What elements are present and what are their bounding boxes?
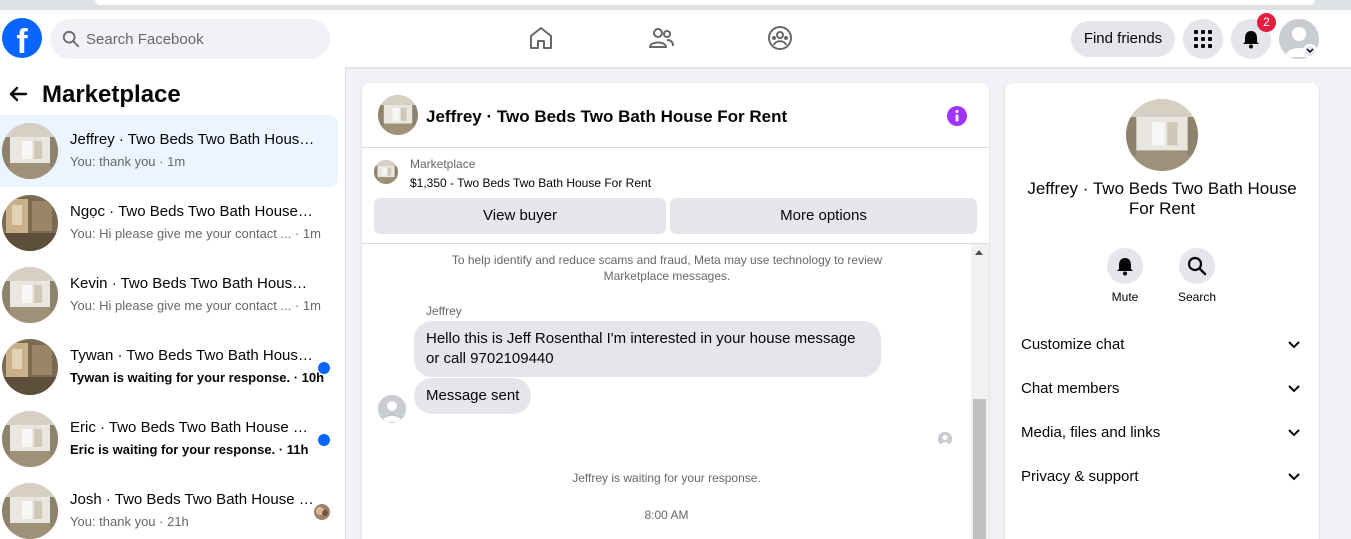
conversation-item[interactable]: Eric · Two Beds Two Bath House For Rent … — [0, 403, 338, 475]
mute-action[interactable]: Mute — [1095, 248, 1155, 304]
address-bar[interactable] — [95, 0, 1315, 5]
conversation-name: Jeffrey · Two Beds Two Bath House For Re… — [70, 131, 315, 148]
listing-price[interactable]: $1,350 - Two Beds Two Bath House For Ren… — [410, 176, 651, 190]
chat-panel: Jeffrey · Two Beds Two Bath House For Re… — [362, 83, 989, 539]
privacy-support-section[interactable]: Privacy & support — [1005, 455, 1319, 499]
listing-label: Marketplace — [410, 157, 476, 171]
listing-title: Jeffrey · Two Beds Two Bath House For Re… — [1027, 179, 1297, 218]
listing-thumbnail — [2, 195, 58, 251]
media-files-links-section[interactable]: Media, files and links — [1005, 411, 1319, 455]
find-friends-button[interactable]: Find friends — [1071, 21, 1175, 57]
listing-thumbnail — [2, 339, 58, 395]
view-buyer-button[interactable]: View buyer — [374, 198, 666, 234]
listing-thumbnail — [2, 123, 58, 179]
search-input[interactable] — [86, 19, 316, 59]
more-options-button[interactable]: More options — [670, 198, 977, 234]
listing-thumbnail — [2, 483, 58, 539]
scrollbar-thumb[interactable] — [973, 399, 986, 539]
chat-thumbnail[interactable] — [378, 95, 418, 135]
top-navbar: f Find friends 2 — [0, 10, 1351, 67]
conversation-preview: Tywan is waiting for your response. · 10… — [70, 370, 325, 385]
section-label: Privacy & support — [1021, 468, 1139, 485]
sender-avatar[interactable] — [378, 395, 406, 423]
listing-thumbnail — [2, 267, 58, 323]
conversation-name: Ngọc · Two Beds Two Bath House For Rent — [70, 203, 315, 220]
listing-thumbnail — [374, 160, 398, 184]
safety-notice: To help identify and reduce scams and fr… — [451, 253, 883, 283]
conversation-item[interactable]: Josh · Two Beds Two Bath House For Rent … — [0, 475, 338, 539]
chat-header: Jeffrey · Two Beds Two Bath House For Re… — [362, 83, 989, 148]
conversation-item[interactable]: Kevin · Two Beds Two Bath House For Rent… — [0, 259, 338, 331]
bell-icon — [1243, 31, 1259, 49]
message-bubble[interactable]: Message sent — [414, 378, 532, 414]
chevron-down-icon — [1288, 385, 1300, 393]
seen-avatar — [314, 504, 330, 520]
message-thread: To help identify and reduce scams and fr… — [362, 244, 971, 539]
section-label: Media, files and links — [1021, 424, 1161, 441]
conversation-info-panel: Jeffrey · Two Beds Two Bath House For Re… — [1005, 83, 1319, 539]
back-arrow-icon[interactable] — [8, 84, 28, 104]
chat-members-section[interactable]: Chat members — [1005, 367, 1319, 411]
conversation-preview: You: Hi please give me your contact ... … — [70, 226, 321, 241]
bell-icon — [1117, 258, 1133, 276]
chevron-down-icon — [1306, 48, 1314, 54]
default-avatar-icon — [378, 395, 406, 423]
conversation-name: Eric · Two Beds Two Bath House For Rent — [70, 419, 315, 436]
conversation-preview: You: thank you · 21h — [70, 514, 189, 529]
info-icon[interactable] — [946, 105, 968, 127]
search-action[interactable]: Search — [1167, 248, 1227, 304]
page-title: Marketplace — [42, 81, 181, 108]
section-label: Customize chat — [1021, 336, 1125, 353]
conversation-preview: Eric is waiting for your response. · 11h — [70, 442, 309, 457]
conversation-item[interactable]: Ngọc · Two Beds Two Bath House For Rent … — [0, 187, 338, 259]
conversation-item[interactable]: Jeffrey · Two Beds Two Bath House For Re… — [0, 115, 338, 187]
message-bubble[interactable]: Hello this is Jeff Rosenthal I'm interes… — [414, 321, 881, 377]
grid-menu-icon — [1194, 30, 1212, 48]
mute-label: Mute — [1111, 290, 1139, 304]
account-menu-caret[interactable] — [1303, 44, 1317, 58]
home-icon[interactable] — [527, 24, 555, 52]
marketplace-sidebar: Marketplace Jeffrey · Two Beds Two Bath … — [0, 67, 346, 539]
conversation-name: Kevin · Two Beds Two Bath House For Rent — [70, 275, 315, 292]
customize-chat-section[interactable]: Customize chat — [1005, 323, 1319, 367]
read-receipt-avatar — [938, 432, 952, 446]
unread-dot — [318, 362, 330, 374]
conversation-preview: You: Hi please give me your contact ... … — [70, 298, 321, 313]
search-icon — [62, 30, 80, 48]
menu-button[interactable] — [1183, 19, 1223, 59]
browser-tab-strip — [0, 0, 1351, 10]
chat-title[interactable]: Jeffrey · Two Beds Two Bath House For Re… — [426, 107, 787, 127]
waiting-status: Jeffrey is waiting for your response. — [572, 471, 761, 485]
search-button[interactable] — [1179, 248, 1215, 284]
mute-button[interactable] — [1107, 248, 1143, 284]
search-bar[interactable] — [50, 19, 330, 59]
chevron-down-icon — [1288, 341, 1300, 349]
unread-dot — [318, 434, 330, 446]
search-label: Search — [1177, 290, 1217, 304]
conversation-preview: You: thank you · 1m — [70, 154, 186, 169]
chat-scrollbar[interactable] — [971, 244, 989, 539]
message-timestamp: 8:00 AM — [644, 508, 689, 522]
listing-card: Marketplace $1,350 - Two Beds Two Bath H… — [362, 148, 989, 244]
facebook-logo[interactable]: f — [2, 18, 42, 58]
groups-icon[interactable] — [766, 24, 794, 52]
search-icon — [1187, 256, 1207, 276]
conversation-item[interactable]: Tywan · Two Beds Two Bath House For Rent… — [0, 331, 338, 403]
conversation-name: Josh · Two Beds Two Bath House For Rent — [70, 491, 315, 508]
friends-icon[interactable] — [647, 24, 675, 52]
sender-name: Jeffrey — [426, 304, 462, 318]
chevron-down-icon — [1288, 473, 1300, 481]
section-label: Chat members — [1021, 380, 1120, 397]
scroll-up-arrow-icon[interactable] — [975, 250, 983, 255]
listing-thumbnail — [2, 411, 58, 467]
conversation-name: Tywan · Two Beds Two Bath House For Rent — [70, 347, 315, 364]
listing-photo[interactable] — [1126, 99, 1198, 171]
notification-badge: 2 — [1257, 13, 1276, 32]
chevron-down-icon — [1288, 429, 1300, 437]
